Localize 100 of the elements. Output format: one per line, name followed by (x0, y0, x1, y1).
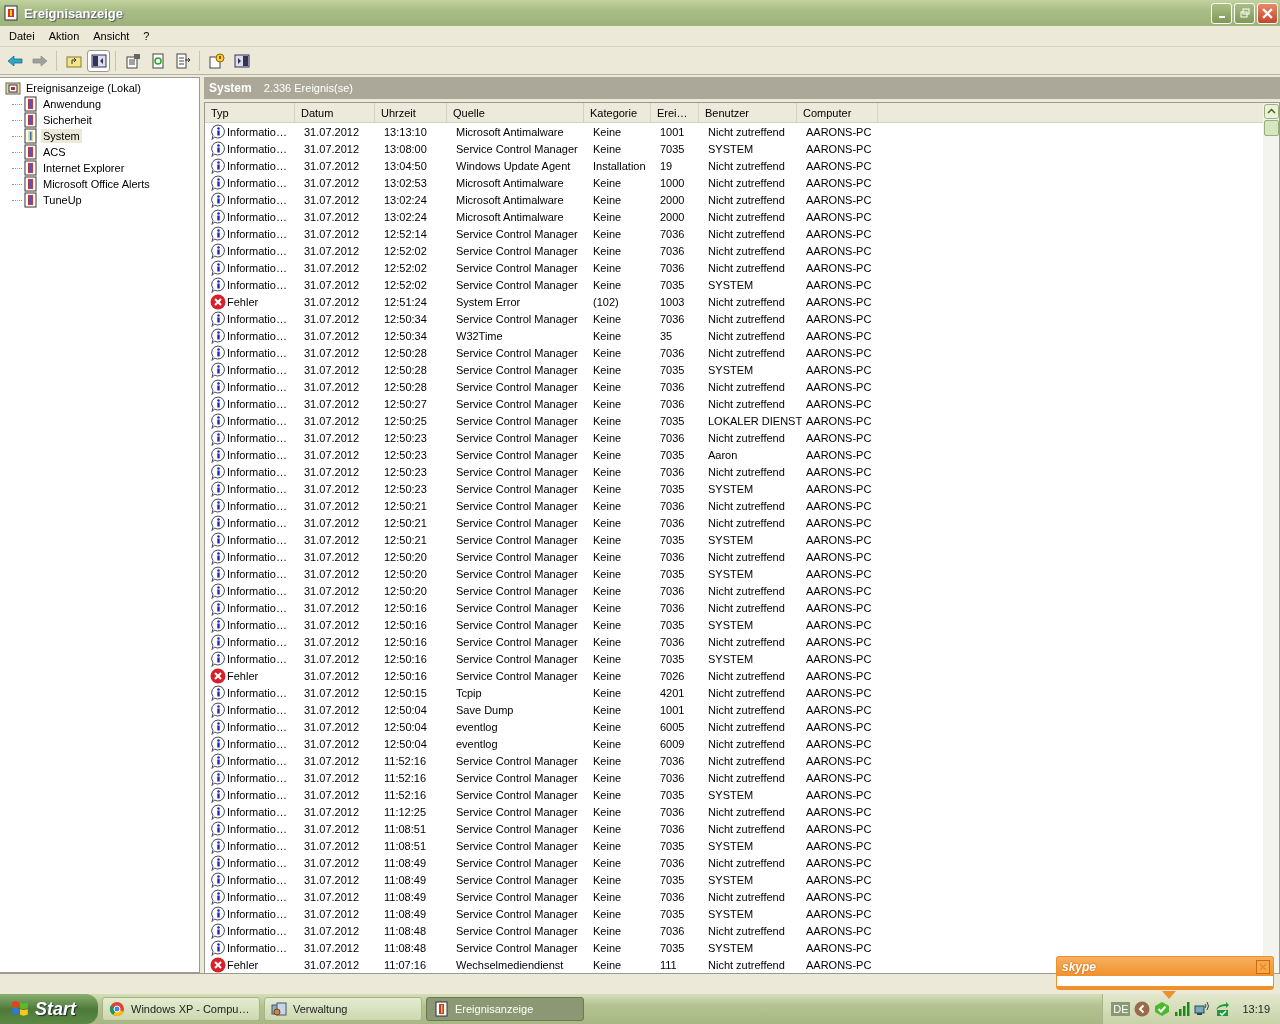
table-cell-text: System Error (455, 295, 522, 308)
table-cell-text: 11:08:49 (383, 907, 427, 920)
table-cell: Informatio… (227, 856, 287, 869)
tree-item[interactable]: TuneUp (41, 193, 84, 207)
table-cell: Informatio… (227, 720, 287, 733)
table-cell-text: Service Control Manager (455, 516, 579, 529)
table-cell-text: Nicht zutreffend (707, 958, 786, 971)
table-cell-text: Keine (592, 380, 623, 393)
column-header[interactable]: Uhrzeit (375, 103, 447, 122)
tree-item[interactable]: ACS (41, 145, 68, 159)
column-header[interactable]: Benutzer (699, 103, 797, 122)
table-cell-text: Keine (592, 907, 623, 920)
update-check-icon[interactable] (1214, 1001, 1231, 1017)
tree-toggle-button[interactable] (87, 49, 110, 72)
skype-logo: skype (1062, 959, 1097, 974)
column-header[interactable]: Kategorie (584, 103, 651, 122)
tree-item[interactable]: Ereignisanzeige (Lokal) (24, 81, 143, 95)
table-cell-text: Service Control Manager (455, 839, 579, 852)
signal-icon[interactable] (1174, 1001, 1191, 1017)
menu-item[interactable]: Ansicht (86, 28, 137, 44)
menu-item[interactable]: ? (136, 28, 157, 44)
table-cell-text: Keine (592, 414, 623, 427)
table-cell: Informatio… (227, 788, 287, 801)
table-cell-text: Keine (592, 635, 623, 648)
table-cell-text: 7035 (659, 618, 686, 631)
table-cell-text: 31.07.2012 (303, 873, 361, 886)
scroll-up-button[interactable] (1263, 104, 1279, 119)
column-header[interactable]: Quelle (447, 103, 584, 122)
table-cell-text: 11:08:48 (383, 924, 427, 937)
table-cell: Informatio… (227, 448, 287, 461)
table-cell-text: AARONS-PC (805, 482, 873, 495)
table-cell: Informatio… (227, 550, 287, 563)
scroll-thumb[interactable] (1263, 120, 1279, 136)
tree-item[interactable]: Microsoft Office Alerts (41, 177, 152, 191)
table-cell-text: AARONS-PC (805, 839, 873, 852)
table-cell-text: Nicht zutreffend (707, 669, 786, 682)
close-button[interactable] (1256, 959, 1270, 974)
column-header[interactable]: Datum (295, 103, 375, 122)
table-cell-text: Keine (592, 244, 623, 257)
table-cell-text: 7036 (659, 261, 686, 274)
table-cell-text: Keine (592, 533, 623, 546)
table-cell-text: 31.07.2012 (303, 737, 361, 750)
table-cell-text: 12:50:27 (383, 397, 428, 410)
admin-tools-icon (271, 1001, 287, 1017)
table-cell-text: Keine (592, 210, 623, 223)
network-icon[interactable] (1194, 1001, 1211, 1017)
table-cell-text: 31.07.2012 (303, 703, 361, 716)
table-cell-text: Keine (592, 261, 623, 274)
table-cell-text: 11:08:49 (383, 890, 427, 903)
table-cell-text: SYSTEM (707, 788, 755, 801)
table-cell-text: 7036 (659, 856, 686, 869)
chevron-icon[interactable] (1134, 1001, 1151, 1017)
table-cell-text: AARONS-PC (805, 159, 873, 172)
table-cell-text: 31.07.2012 (303, 159, 361, 172)
menu-item[interactable]: Datei (2, 28, 42, 44)
menu-item[interactable]: Aktion (41, 28, 87, 44)
start-button[interactable]: Start (0, 994, 98, 1024)
tree-item[interactable]: Anwendung (41, 97, 104, 111)
table-cell-text: Save Dump (455, 703, 515, 716)
table-cell-text: Nicht zutreffend (707, 244, 786, 257)
table-cell-text: Keine (592, 346, 623, 359)
table-cell-text: SYSTEM (707, 482, 755, 495)
tree-item[interactable]: Sicherheit (41, 113, 94, 127)
status-check-icon[interactable] (1154, 1001, 1171, 1017)
table-cell-text: Microsoft Antimalware (455, 176, 565, 189)
table-cell: Informatio… (227, 924, 287, 937)
scrollbar[interactable] (1263, 103, 1279, 973)
table-cell-text: AARONS-PC (805, 261, 873, 274)
taskbar-button[interactable]: Windows XP - Compu… (102, 997, 260, 1021)
table-cell-text: 31.07.2012 (303, 771, 361, 784)
tree-pane-icon (90, 52, 107, 69)
table-cell-text: Keine (592, 890, 623, 903)
table-cell-text: 12:50:20 (383, 567, 428, 580)
table-cell-text: Keine (592, 669, 623, 682)
column-header[interactable]: Erei… (651, 103, 699, 122)
table-cell-text: 13:02:24 (383, 210, 428, 223)
table-cell-text: LOKALER DIENST (707, 414, 800, 427)
table-cell-text: 31.07.2012 (303, 363, 361, 376)
taskbar-button[interactable]: Verwaltung (264, 997, 422, 1021)
table-cell-text: 31.07.2012 (303, 907, 361, 920)
table-cell-text: 111 (659, 958, 678, 971)
table-cell-text: Service Control Manager (455, 856, 579, 869)
table-cell-text: Nicht zutreffend (707, 686, 786, 699)
table-cell-text: eventlog (455, 720, 499, 733)
table-cell-text: 7036 (659, 312, 686, 325)
table-cell-text: Wechselmediendienst (455, 958, 565, 971)
table-cell-text: Keine (592, 618, 623, 631)
table-cell: Informatio… (227, 601, 287, 614)
table-cell-text: 1001 (659, 125, 686, 138)
table-cell-text: AARONS-PC (805, 873, 873, 886)
tree-item[interactable]: System (41, 129, 82, 143)
table-cell-text: 13:04:50 (383, 159, 428, 172)
table-cell-text: Nicht zutreffend (707, 856, 786, 869)
column-header[interactable]: Typ (205, 103, 295, 122)
table-cell-text: 31.07.2012 (303, 941, 361, 954)
maximize-button[interactable] (1234, 2, 1255, 24)
tree-item[interactable]: Internet Explorer (41, 161, 127, 175)
column-header[interactable]: Computer (797, 103, 878, 122)
table-cell-text: 7036 (659, 771, 686, 784)
minimize-button[interactable] (1211, 2, 1232, 24)
